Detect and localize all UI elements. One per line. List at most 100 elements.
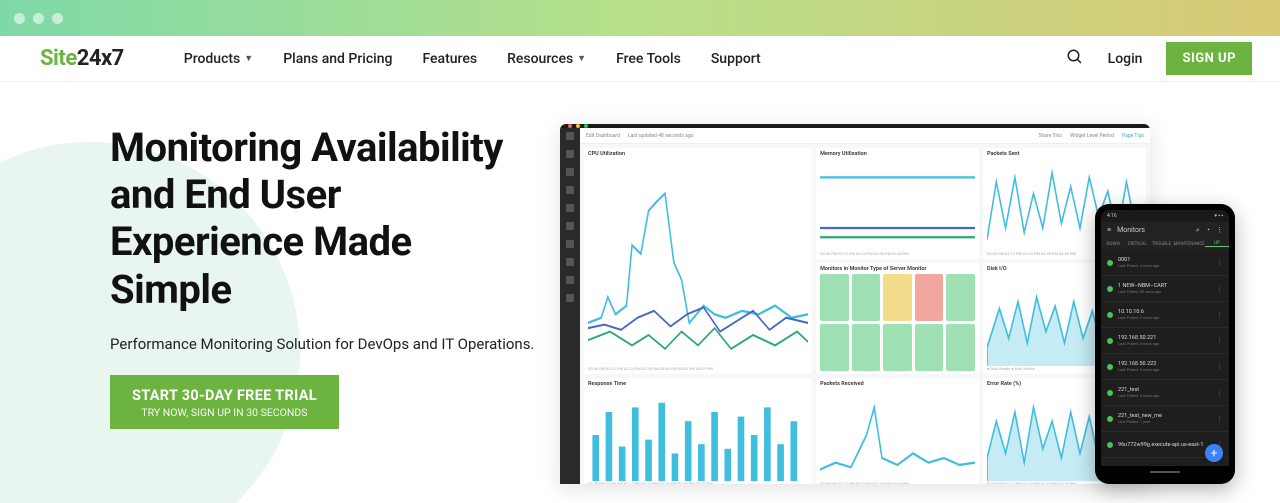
nav-item-plans[interactable]: Plans and Pricing xyxy=(283,51,392,67)
status-dot xyxy=(1107,442,1113,448)
status-tile xyxy=(915,274,944,321)
nav-item-features[interactable]: Features xyxy=(422,51,477,67)
phone-tab: TROUBLE xyxy=(1149,242,1173,247)
panel-title: Memory Utilization xyxy=(820,151,975,157)
row-sub: Last Polled: 50 secs ago xyxy=(1118,289,1211,294)
panel-cpu: CPU Utilization 02:06 PM 02:12 PM 02:24 … xyxy=(584,148,812,374)
bell-icon: ◔ xyxy=(1206,226,1210,234)
phone-navbar xyxy=(1101,466,1229,478)
dash-updated: Last updated 48 seconds ago xyxy=(628,133,694,139)
panel-chart xyxy=(820,389,975,481)
side-icon xyxy=(566,240,574,248)
nav-handle xyxy=(1150,471,1180,473)
phone-header: ≡ Monitors ⌕ ◔ ⋮ xyxy=(1101,222,1229,238)
cta-button[interactable]: START 30-DAY FREE TRIAL TRY NOW, SIGN UP… xyxy=(110,375,339,429)
phone-list: 0001Last Polled: 4 mins ago⋮ 1 NEW–NBM–C… xyxy=(1101,250,1229,466)
more-icon: ⋮ xyxy=(1216,226,1223,234)
side-icon xyxy=(566,258,574,266)
phone-row: 1 NEW–NBM–CARTLast Polled: 50 secs ago⋮ xyxy=(1101,276,1229,302)
status-dot xyxy=(1107,416,1113,422)
panel-chart xyxy=(820,274,975,371)
phone-preview: 4:16 ▾ ▪ ▪ ≡ Monitors ⌕ ◔ ⋮ DOWN CRITICA… xyxy=(1095,204,1235,484)
cta-sub-text: TRY NOW, SIGN UP IN 30 SECONDS xyxy=(132,406,317,419)
more-icon: ⋮ xyxy=(1216,285,1223,293)
login-link[interactable]: Login xyxy=(1108,51,1143,67)
logo-part2: 24x7 xyxy=(77,46,124,71)
phone-row: 221_test_new_meLast Polled: 1 year⋮ xyxy=(1101,406,1229,432)
panel-title: Response Time xyxy=(588,381,808,387)
status-tile xyxy=(852,274,881,321)
row-sub: Last Polled: 3 mins ago xyxy=(1118,393,1211,398)
logo-part1: Site xyxy=(40,46,77,71)
side-icon xyxy=(566,168,574,176)
window-dot xyxy=(52,13,63,24)
row-sub: Last Polled: 2 mins ago xyxy=(1118,315,1211,320)
nav-item-products[interactable]: Products▼ xyxy=(184,51,253,67)
status-tile xyxy=(820,274,849,321)
more-icon: ⋮ xyxy=(1216,311,1223,319)
status-tile xyxy=(883,324,912,371)
row-sub: Last Polled: 4 mins ago xyxy=(1118,263,1211,268)
side-icon xyxy=(566,276,574,284)
phone-row: 10.10.10.6Last Polled: 2 mins ago⋮ xyxy=(1101,302,1229,328)
phone-tab: MAINTENANCE xyxy=(1173,242,1204,247)
phone-time: 4:16 xyxy=(1107,213,1117,219)
phone-tab-active: UP xyxy=(1205,241,1229,247)
dash-tips: Page Tips xyxy=(1122,133,1144,139)
panel-packets-recv: Packets Received 02:06 PM 02:12 PM 02:24… xyxy=(816,378,979,484)
chevron-down-icon: ▼ xyxy=(244,53,253,64)
panel-foot: 02:06 PM 02:12 PM 02:24 PM 02:36 PM 02:4… xyxy=(820,251,975,256)
more-icon: ⋮ xyxy=(1216,337,1223,345)
dash-share: Share This xyxy=(1039,133,1062,139)
logo[interactable]: Site24x7 xyxy=(40,46,124,71)
phone-status-icons: ▾ ▪ ▪ xyxy=(1214,213,1223,219)
nav-label: Support xyxy=(711,51,761,67)
hero: Monitoring Availability and End User Exp… xyxy=(0,82,1280,503)
fab-add-button: + xyxy=(1205,444,1223,462)
status-dot xyxy=(1107,312,1113,318)
signup-button[interactable]: SIGN UP xyxy=(1166,42,1252,75)
status-tile xyxy=(883,274,912,321)
dash-body: Edit Dashboard Last updated 48 seconds a… xyxy=(560,128,1150,484)
panel-title: Packets Received xyxy=(820,381,975,387)
status-tile xyxy=(946,274,975,321)
search-icon: ⌕ xyxy=(1196,226,1200,235)
page: Site24x7 Products▼ Plans and Pricing Fea… xyxy=(0,36,1280,503)
panel-title: Monitors in Monitor Type of Server Monit… xyxy=(820,266,975,272)
phone-row: 221_testLast Polled: 3 mins ago⋮ xyxy=(1101,380,1229,406)
dash-toolbar: Edit Dashboard Last updated 48 seconds a… xyxy=(580,128,1150,144)
dash-main: Edit Dashboard Last updated 48 seconds a… xyxy=(580,128,1150,484)
panel-memory: Memory Utilization 02:06 PM 02:12 PM 02:… xyxy=(816,148,979,259)
window-dot xyxy=(33,13,44,24)
status-dot xyxy=(1107,338,1113,344)
panel-monitors-tiles: Monitors in Monitor Type of Server Monit… xyxy=(816,263,979,374)
dash-grid: CPU Utilization 02:06 PM 02:12 PM 02:24 … xyxy=(580,144,1150,484)
hamburger-icon: ≡ xyxy=(1107,226,1111,234)
row-sub: Last Polled: 1 year xyxy=(1118,419,1211,424)
status-dot xyxy=(1107,390,1113,396)
more-icon: ⋮ xyxy=(1216,389,1223,397)
status-tile xyxy=(820,324,849,371)
phone-title: Monitors xyxy=(1117,226,1145,234)
search-icon[interactable] xyxy=(1066,48,1084,70)
more-icon: ⋮ xyxy=(1216,415,1223,423)
nav-label: Free Tools xyxy=(616,51,681,67)
nav-item-freetools[interactable]: Free Tools xyxy=(616,51,681,67)
phone-statusbar: 4:16 ▾ ▪ ▪ xyxy=(1101,210,1229,222)
nav-label: Features xyxy=(422,51,477,67)
phone-tabs: DOWN CRITICAL TROUBLE MAINTENANCE UP xyxy=(1101,238,1229,250)
hero-left: Monitoring Availability and End User Exp… xyxy=(110,124,540,503)
phone-row: 0001Last Polled: 4 mins ago⋮ xyxy=(1101,250,1229,276)
phone-tab: DOWN xyxy=(1101,242,1125,247)
row-sub: Last Polled: 3 mins ago xyxy=(1118,341,1211,346)
panel-title: Packets Sent xyxy=(987,151,1142,157)
dashboard-preview: Edit Dashboard Last updated 48 seconds a… xyxy=(560,124,1150,484)
status-dot xyxy=(1107,260,1113,266)
phone-tab: CRITICAL xyxy=(1125,242,1149,247)
nav-item-support[interactable]: Support xyxy=(711,51,761,67)
nav-item-resources[interactable]: Resources▼ xyxy=(507,51,586,67)
side-icon xyxy=(566,204,574,212)
status-dot xyxy=(1107,364,1113,370)
nav-right: Login SIGN UP xyxy=(1066,42,1252,75)
panel-foot: 01:59 PM 02:00 PM 02:12 PM 02:24 PM 02:3… xyxy=(588,481,808,484)
